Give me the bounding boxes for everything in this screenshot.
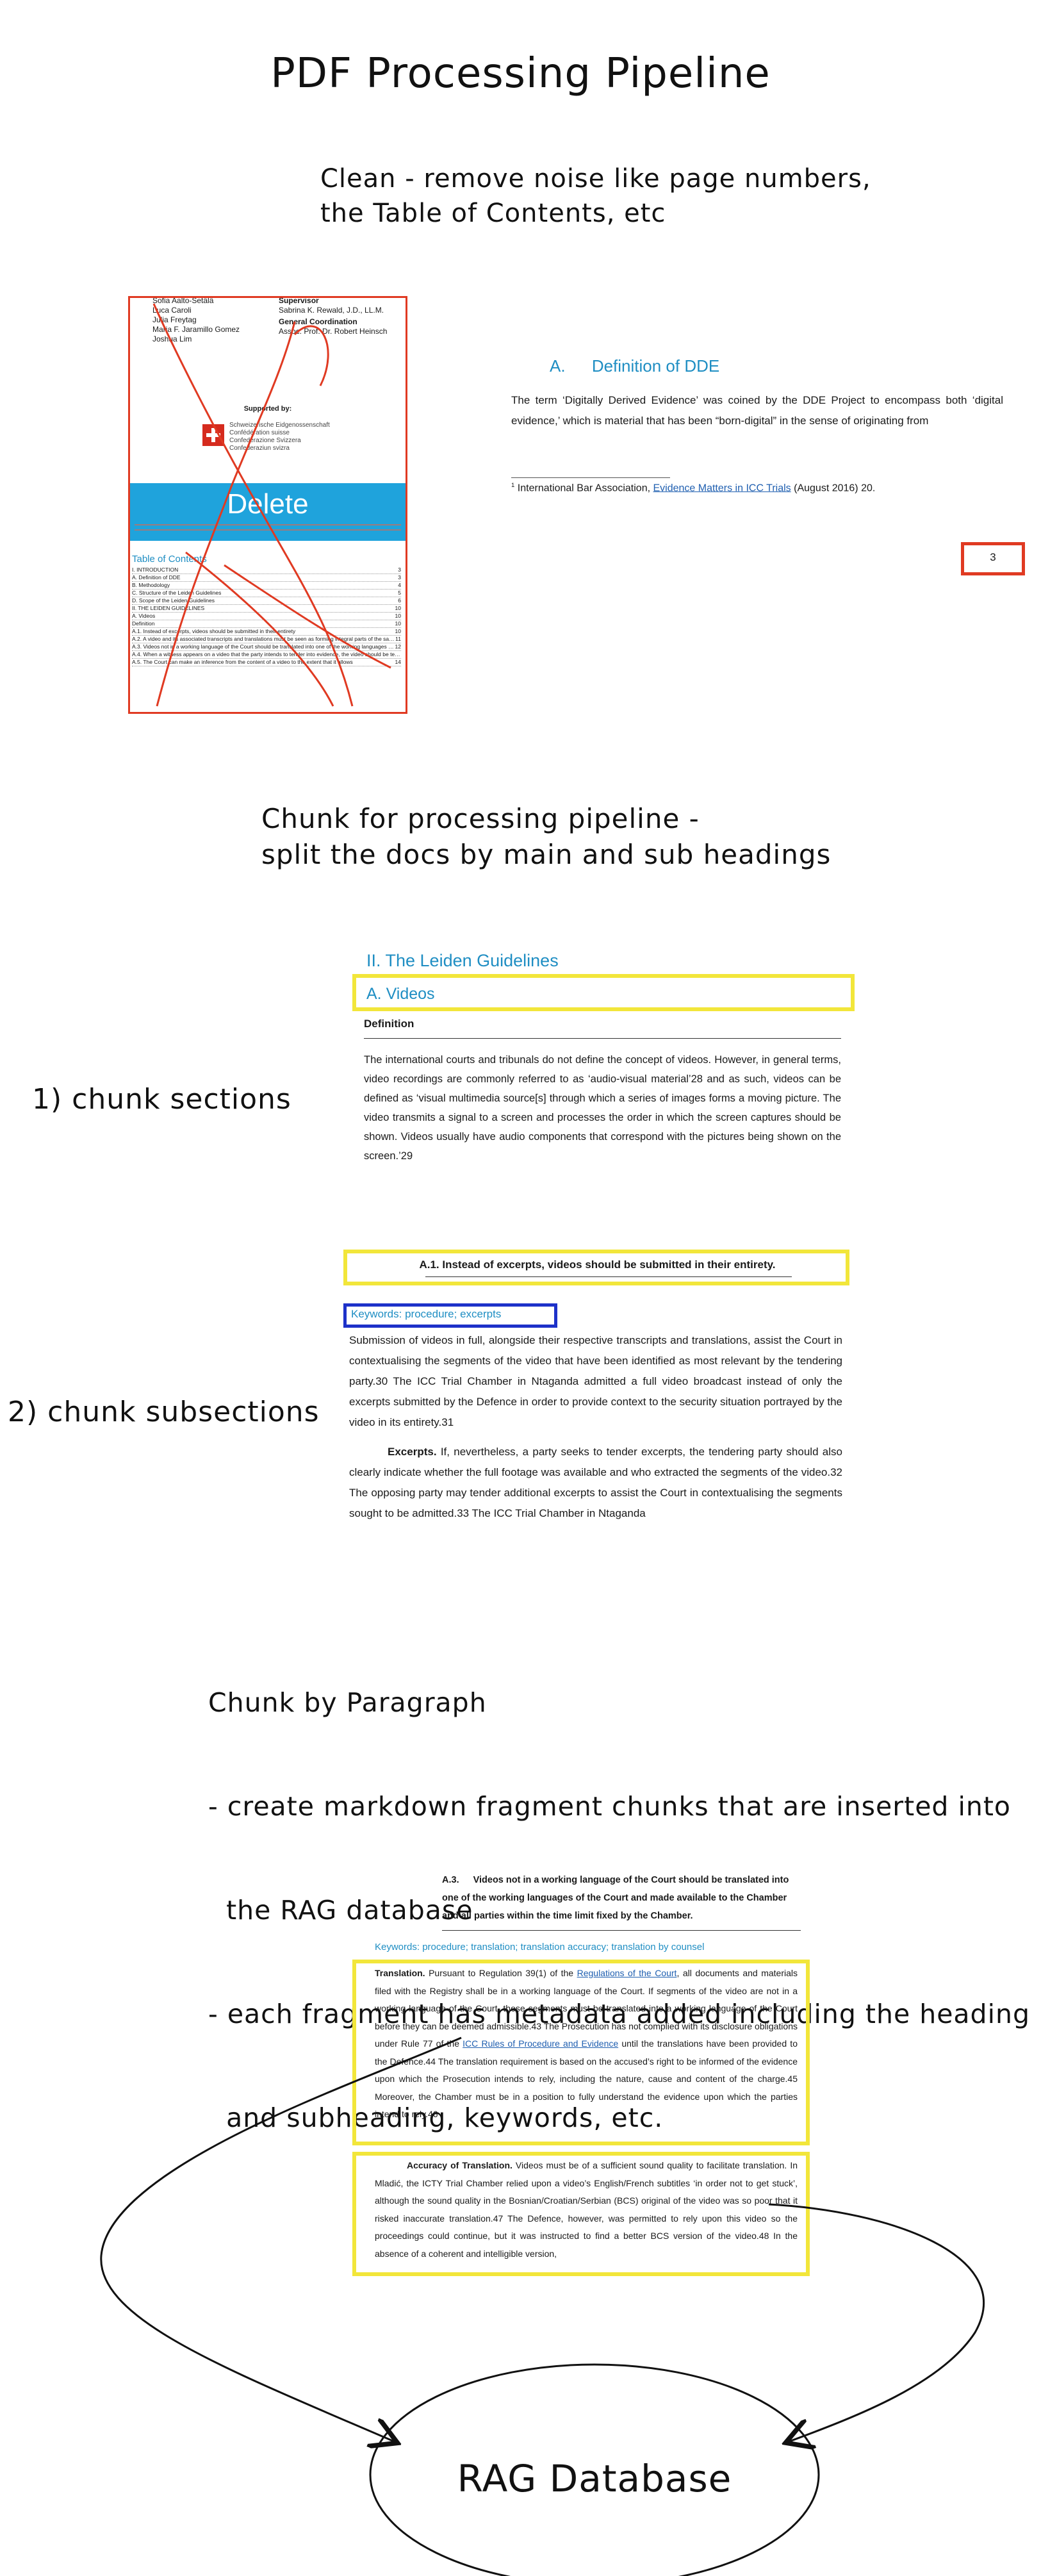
arrow-chunk-2-to-database xyxy=(768,2203,985,2441)
rag-database-label: RAG Database xyxy=(457,2457,732,2500)
arrow-chunk-1-to-database xyxy=(100,2036,462,2441)
flow-arrows xyxy=(100,2036,985,2576)
